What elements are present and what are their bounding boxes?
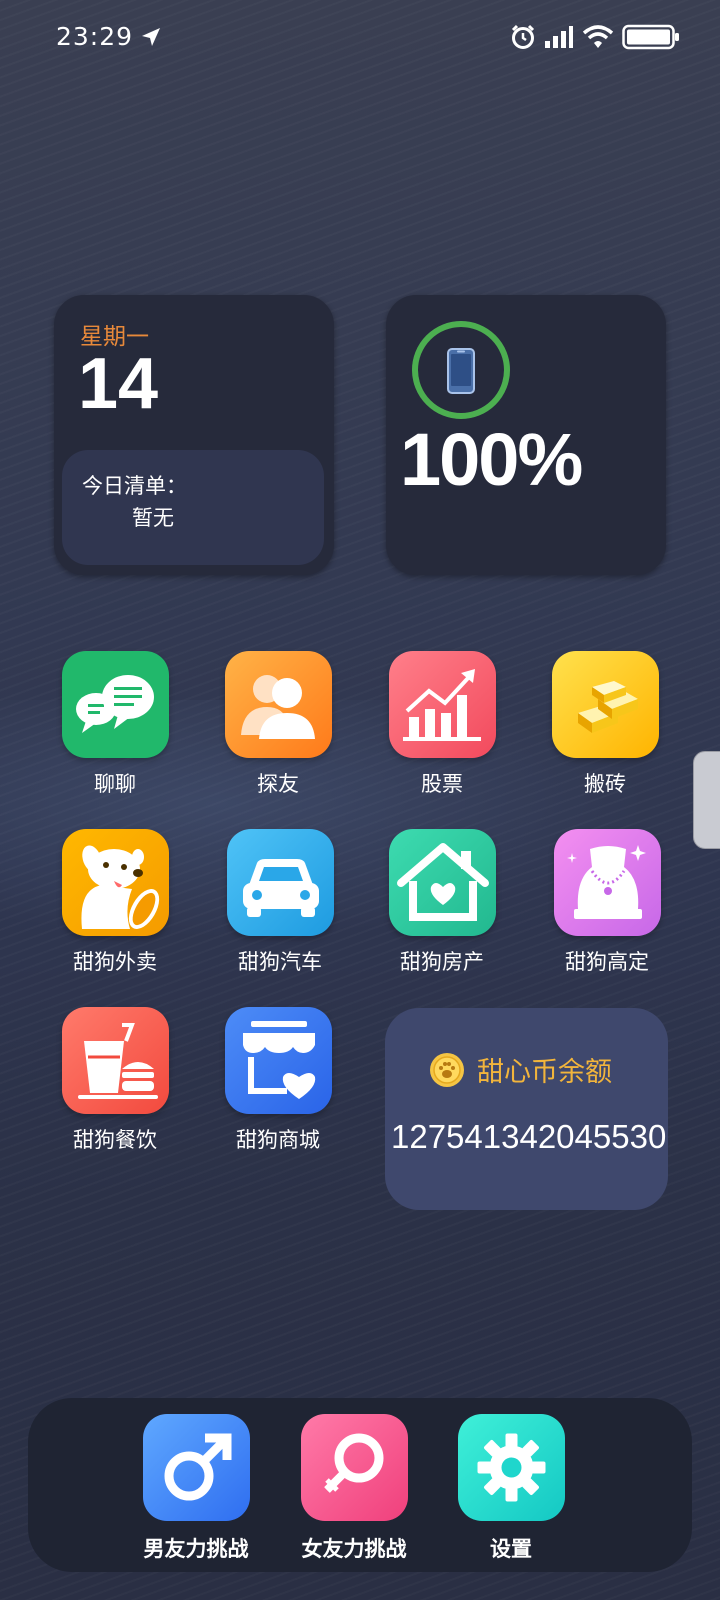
paw-coin-icon [430,1052,464,1087]
dock: 男友力挑战 女友力挑战 设置 [28,1398,692,1572]
app-label: 甜狗外卖 [73,950,157,974]
dock-label: 男友力挑战 [143,1537,249,1561]
dock-app-settings[interactable]: 设置 [446,1414,576,1563]
todo-title: 今日清单： [82,474,187,498]
status-icons [510,22,680,52]
app-label: 甜狗餐饮 [73,1128,157,1152]
app-label: 搬砖 [584,772,626,796]
chat-icon [61,651,169,758]
side-drawer-handle[interactable] [693,751,720,849]
app-stocks[interactable]: 股票 [382,651,502,798]
app-label: 甜狗高定 [565,950,649,974]
battery-ring [412,321,510,419]
app-jewelry[interactable]: 甜狗高定 [547,829,667,976]
app-gold-bars[interactable]: 搬砖 [545,651,665,798]
location-arrow-icon [142,28,160,46]
battery-icon [622,24,679,50]
app-store[interactable]: 甜狗商城 [218,1007,338,1154]
necklace-icon [553,829,661,936]
gold-bars-icon [551,651,659,758]
app-food[interactable]: 甜狗餐饮 [55,1007,175,1154]
dog-delivery-icon [61,829,169,936]
store-heart-icon [224,1007,332,1114]
wifi-icon [582,25,614,48]
coin-balance-widget[interactable]: 甜心币余额 127541342045530 [385,1008,668,1210]
car-icon [226,829,334,936]
app-friends[interactable]: 探友 [218,651,338,798]
dock-label: 女友力挑战 [301,1537,407,1561]
app-car[interactable]: 甜狗汽车 [220,829,340,976]
food-drink-icon [61,1007,169,1114]
friends-icon [224,651,332,758]
wallpaper-texture [0,0,720,1600]
app-label: 甜狗商城 [236,1128,320,1152]
app-label: 探友 [257,772,299,796]
stock-chart-icon [388,651,496,758]
status-bar: 23:29 [0,0,720,76]
coin-title: 甜心币余额 [477,1057,612,1088]
alarm-icon [511,24,535,49]
date-widget[interactable]: 星期一 14 今日清单： 暂无 [54,295,334,575]
phone-icon [447,348,475,394]
dock-app-boyfriend-challenge[interactable]: 男友力挑战 [131,1414,261,1563]
signal-icon [545,26,573,48]
dock-app-girlfriend-challenge[interactable]: 女友力挑战 [289,1414,419,1563]
app-label: 甜狗房产 [400,950,484,974]
house-heart-icon [388,829,496,936]
app-dog-delivery[interactable]: 甜狗外卖 [55,829,175,976]
dock-label: 设置 [490,1537,532,1561]
female-symbol-icon [300,1414,408,1521]
battery-percent: 100% [400,418,583,501]
app-house[interactable]: 甜狗房产 [382,829,502,976]
app-label: 甜狗汽车 [238,950,322,974]
todo-box[interactable]: 今日清单： 暂无 [62,450,324,565]
male-symbol-icon [142,1414,250,1521]
app-chat[interactable]: 聊聊 [55,651,175,798]
todo-value: 暂无 [132,506,174,530]
gear-icon [457,1414,565,1521]
coin-amount: 127541342045530 [391,1118,667,1155]
battery-widget[interactable]: 100% [386,295,666,575]
app-label: 聊聊 [94,772,136,796]
day-number: 14 [78,344,159,424]
status-time: 23:29 [56,22,134,51]
coin-header: 甜心币余额 [429,1050,612,1089]
app-label: 股票 [421,772,463,796]
